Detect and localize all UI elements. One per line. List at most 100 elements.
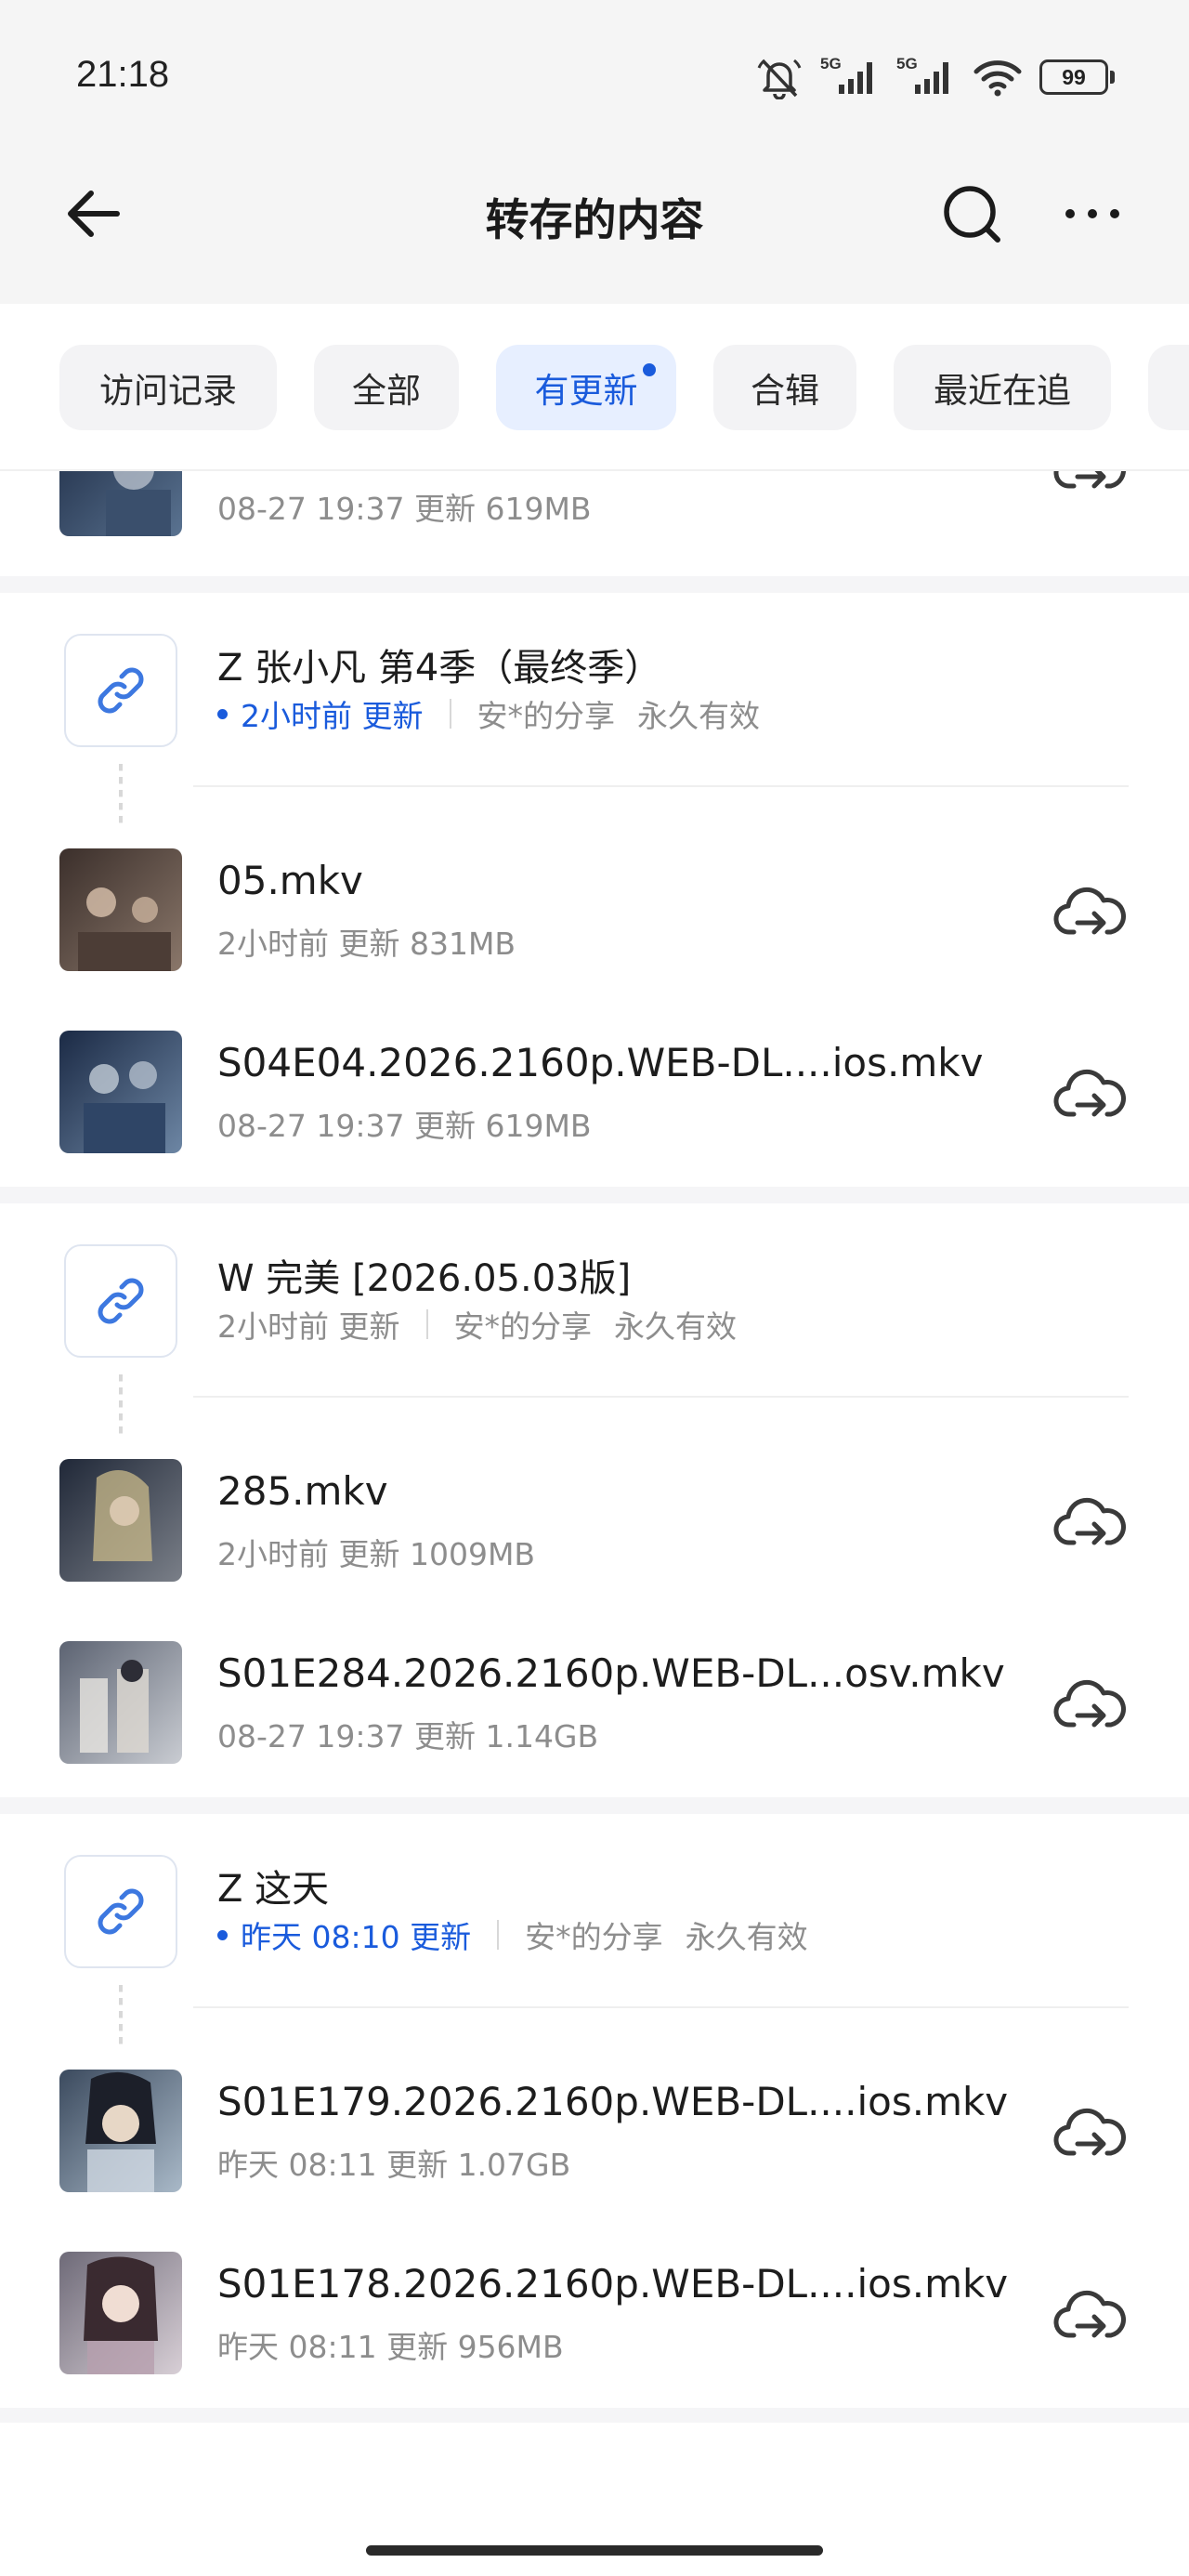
share-link-badge <box>64 634 177 747</box>
file-meta: 2小时前 更新 831MB <box>217 926 516 962</box>
tab-label: 有更新 <box>534 371 638 411</box>
connector <box>119 1374 123 1436</box>
more-icon <box>1065 209 1119 218</box>
share-title: Z 张小凡 第4季（最终季） <box>217 647 662 690</box>
video-thumbnail <box>59 2070 182 2192</box>
file-name: 285.mkv <box>217 1468 388 1514</box>
file-name: S01E178.2026.2160p.WEB-DL....ios.mkv <box>217 2261 1009 2307</box>
video-thumbnail <box>59 471 182 536</box>
update-time: 昨天 08:10 更新 <box>241 1919 472 1955</box>
sharer: 安*的分享 <box>525 1919 663 1955</box>
section-divider <box>0 1797 1189 1814</box>
update-dot <box>217 708 228 719</box>
file-meta: 昨天 08:11 更新 956MB <box>217 2329 564 2365</box>
share-title: W 完美 [2026.05.03版] <box>217 1257 632 1300</box>
list-item[interactable]: 08-27 19:37 更新 619MB <box>0 471 1189 553</box>
tab-label: 最近在追 <box>934 371 1071 411</box>
share-meta: 2小时前 更新 安*的分享 永久有效 <box>217 1302 737 1347</box>
update-dot <box>217 1929 228 1940</box>
tab-collections[interactable]: 合辑 <box>713 345 856 430</box>
divider <box>193 785 1129 787</box>
share-title: Z 这天 <box>217 1868 330 1911</box>
list-item[interactable]: S01E284.2026.2160p.WEB-DL...osv.mkv 08-2… <box>0 1641 1189 1781</box>
share-group-header[interactable]: W 完美 [2026.05.03版] 2小时前 更新 安*的分享 永久有效 <box>0 1244 1189 1374</box>
back-arrow-icon <box>68 191 120 237</box>
filter-tabs: 访问记录 全部 有更新 合辑 最近在追 <box>0 304 1189 471</box>
save-to-cloud-button[interactable] <box>1053 2278 1128 2352</box>
share-meta: 昨天 08:10 更新 安*的分享 永久有效 <box>217 1912 808 1957</box>
cloud-save-icon <box>1053 1069 1126 1117</box>
video-thumbnail <box>59 1641 182 1764</box>
top-area: 21:18 5G 5G 99 转存的内容 <box>0 0 1189 304</box>
list-item[interactable]: S01E179.2026.2160p.WEB-DL....ios.mkv 昨天 … <box>0 2070 1189 2209</box>
validity: 永久有效 <box>685 1919 808 1955</box>
file-name: S04E04.2026.2160p.WEB-DL....ios.mkv <box>217 1040 984 1085</box>
section-divider <box>0 2408 1189 2423</box>
file-name: S01E179.2026.2160p.WEB-DL....ios.mkv <box>217 2079 1009 2124</box>
file-meta: 08-27 19:37 更新 619MB <box>217 491 592 527</box>
cloud-save-icon <box>1053 887 1126 935</box>
tab-more-hidden[interactable] <box>1148 345 1189 430</box>
status-time: 21:18 <box>76 54 170 95</box>
divider <box>193 2006 1129 2008</box>
share-meta: 2小时前 更新 安*的分享 永久有效 <box>217 691 760 736</box>
page-title: 转存的内容 <box>485 195 704 246</box>
cloud-save-icon <box>1053 471 1126 489</box>
tab-visit-history[interactable]: 访问记录 <box>59 345 277 430</box>
list-item[interactable]: 285.mkv 2小时前 更新 1009MB <box>0 1459 1189 1598</box>
save-to-cloud-button[interactable] <box>1053 471 1128 503</box>
update-time: 2小时前 更新 <box>217 1308 400 1345</box>
tab-label: 访问记录 <box>99 371 237 411</box>
save-to-cloud-button[interactable] <box>1053 2096 1128 2170</box>
list-item[interactable]: 05.mkv 2小时前 更新 831MB <box>0 848 1189 988</box>
tab-all[interactable]: 全部 <box>314 345 459 430</box>
nav-bar: 转存的内容 <box>0 158 1189 269</box>
file-name: S01E284.2026.2160p.WEB-DL...osv.mkv <box>217 1650 1005 1696</box>
cloud-save-icon <box>1053 2290 1126 2338</box>
update-time: 2小时前 更新 <box>241 698 424 734</box>
cloud-save-icon <box>1053 1679 1126 1728</box>
signal-icon: 5G <box>820 55 880 99</box>
validity: 永久有效 <box>637 698 760 734</box>
list-item[interactable]: S04E04.2026.2160p.WEB-DL....ios.mkv 08-2… <box>0 1031 1189 1170</box>
home-indicator[interactable] <box>366 2545 823 2556</box>
back-button[interactable] <box>61 180 128 247</box>
content-list: 08-27 19:37 更新 619MB Z 张小凡 第4季（最终季） 2小时前… <box>0 471 1189 2423</box>
mute-icon <box>755 55 804 99</box>
share-group-header[interactable]: Z 张小凡 第4季（最终季） 2小时前 更新 安*的分享 永久有效 <box>0 634 1189 764</box>
search-button[interactable] <box>938 180 1005 247</box>
connector <box>119 764 123 825</box>
more-button[interactable] <box>1059 180 1126 247</box>
tab-recently-followed[interactable]: 最近在追 <box>894 345 1111 430</box>
update-dot <box>643 363 656 376</box>
file-name: 05.mkv <box>217 858 363 903</box>
cloud-save-icon <box>1053 2108 1126 2156</box>
wifi-icon <box>973 57 1023 98</box>
connector <box>119 1985 123 2046</box>
signal-icon: 5G <box>896 55 956 99</box>
share-link-badge <box>64 1855 177 1968</box>
share-group-header[interactable]: Z 这天 昨天 08:10 更新 安*的分享 永久有效 <box>0 1855 1189 1985</box>
tab-has-update[interactable]: 有更新 <box>496 345 676 430</box>
validity: 永久有效 <box>614 1308 737 1345</box>
video-thumbnail <box>59 1031 182 1153</box>
video-thumbnail <box>59 2252 182 2374</box>
save-to-cloud-button[interactable] <box>1053 874 1128 949</box>
video-thumbnail <box>59 848 182 971</box>
video-thumbnail <box>59 1459 182 1582</box>
section-divider <box>0 576 1189 593</box>
status-bar: 21:18 5G 5G 99 <box>0 0 1189 139</box>
save-to-cloud-button[interactable] <box>1053 1667 1128 1741</box>
battery-level: 99 <box>1039 59 1108 95</box>
tab-label: 合辑 <box>751 371 819 411</box>
section-divider <box>0 1187 1189 1203</box>
file-meta: 昨天 08:11 更新 1.07GB <box>217 2147 571 2183</box>
save-to-cloud-button[interactable] <box>1053 1057 1128 1131</box>
search-icon <box>944 186 1000 243</box>
sharer: 安*的分享 <box>453 1308 593 1345</box>
list-item[interactable]: S01E178.2026.2160p.WEB-DL....ios.mkv 昨天 … <box>0 2252 1189 2391</box>
file-meta: 08-27 19:37 更新 619MB <box>217 1108 592 1144</box>
save-to-cloud-button[interactable] <box>1053 1485 1128 1559</box>
sharer: 安*的分享 <box>477 698 616 734</box>
link-icon <box>98 1888 144 1935</box>
